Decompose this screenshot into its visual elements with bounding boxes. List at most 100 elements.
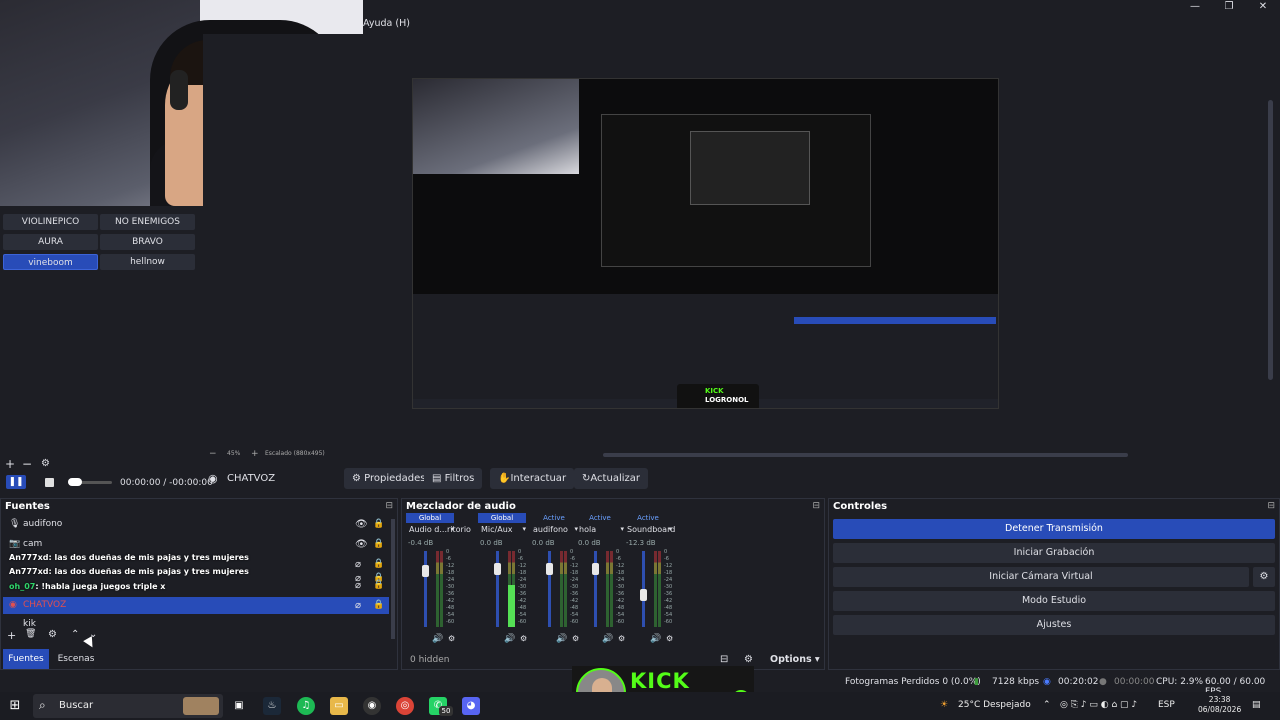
weather-text[interactable]: 25°C Despejado xyxy=(958,700,1031,710)
gear-icon[interactable]: ⚙ xyxy=(448,634,455,643)
windows-start-icon[interactable]: ⊞ xyxy=(6,697,24,715)
sources-scrollbar[interactable] xyxy=(391,519,395,639)
gear-icon[interactable]: ⚙ xyxy=(48,629,57,640)
soundboard-button-no-enemigos[interactable]: NO ENEMIGOS xyxy=(100,214,195,230)
gear-icon[interactable]: ⚙ xyxy=(1253,567,1275,587)
refresh-button[interactable]: ↻Actualizar xyxy=(574,468,648,489)
speaker-icon[interactable]: 🔊 xyxy=(602,634,613,644)
restore-button[interactable]: ❐ xyxy=(1212,0,1246,14)
hidden-count: 0 hidden xyxy=(410,655,450,665)
speaker-icon[interactable]: 🔊 xyxy=(432,634,443,644)
soundboard-button-violinepico[interactable]: VIOLINEPICO xyxy=(3,214,98,230)
eye-icon[interactable]: 👁 xyxy=(355,516,368,533)
bitrate: 7128 kbps xyxy=(992,677,1040,687)
channel-name[interactable]: audifono xyxy=(533,525,568,534)
source-row-audifono[interactable]: 🎙 audifono 👁 🔒 xyxy=(3,516,389,533)
gear-icon[interactable]: ⚙ xyxy=(41,458,50,469)
lock-icon[interactable]: 🔒 xyxy=(373,597,384,614)
chevron-down-icon[interactable]: ▾ xyxy=(668,525,672,533)
speaker-icon[interactable]: 🔊 xyxy=(650,634,661,644)
undock-icon[interactable]: ⊟ xyxy=(812,501,820,511)
soundboard-panel: VIOLINEPICO NO ENEMIGOS AURA BRAVO vineb… xyxy=(0,206,200,456)
tray-icons[interactable]: ◎ ⎘ ♪ ▭ ◐ ⌂ ▢ ♪ xyxy=(1060,700,1137,710)
undock-icon[interactable]: ⊟ xyxy=(385,501,393,511)
spotify-icon[interactable]: ♫ xyxy=(297,697,315,715)
audio-mixer-dock: Mezclador de audio ⊟ Global Audio d...rit… xyxy=(401,498,825,670)
undock-icon[interactable]: ⊟ xyxy=(1267,501,1275,511)
channel-name[interactable]: hola xyxy=(579,525,596,534)
meter-scale: 0 -6 -12 -18 -24 -30 -36 -42 -48 -54 -60 xyxy=(518,549,527,625)
eye-hidden-icon[interactable]: ⌀ xyxy=(355,577,361,594)
tray-chevron-up-icon[interactable]: ⌃ xyxy=(1043,700,1051,710)
menu-help[interactable]: Ayuda (H) xyxy=(363,18,410,29)
task-view-icon[interactable]: ▣ xyxy=(230,697,248,715)
language-indicator[interactable]: ESP xyxy=(1158,700,1175,710)
soundboard-button-hellnow[interactable]: hellnow xyxy=(100,254,195,270)
close-button[interactable]: ✕ xyxy=(1246,0,1280,14)
start-recording-button[interactable]: Iniciar Grabación xyxy=(833,543,1275,563)
stop-stream-button[interactable]: Detener Transmisión xyxy=(833,519,1275,539)
lock-icon[interactable]: 🔒 xyxy=(373,577,384,594)
folder-icon[interactable]: ▭ xyxy=(330,697,348,715)
interact-button[interactable]: ✋Interactuar xyxy=(490,468,575,489)
properties-button[interactable]: ⚙ Propiedades xyxy=(344,468,434,489)
channel-name[interactable]: Mic/Aux xyxy=(481,525,513,534)
level-meter xyxy=(606,551,609,627)
steam-icon[interactable]: ♨ xyxy=(263,697,281,715)
source-row-chatvoz[interactable]: ◉ CHATVOZ ⌀ 🔒 xyxy=(3,597,389,614)
notification-icon[interactable]: ▤ xyxy=(1252,700,1261,710)
chevron-down-icon[interactable]: ▾ xyxy=(450,525,454,533)
settings-button[interactable]: Ajustes xyxy=(833,615,1275,635)
filters-button[interactable]: ▤ Filtros xyxy=(424,468,483,489)
volume-slider-knob[interactable] xyxy=(640,589,647,601)
level-meter-fill xyxy=(508,585,515,627)
minimize-button[interactable]: — xyxy=(1178,0,1212,14)
channel-name[interactable]: Audio d...ritorio xyxy=(409,525,471,534)
speaker-icon[interactable]: 🔊 xyxy=(556,634,567,644)
source-row-cam[interactable]: 📷 cam 👁 🔒 xyxy=(3,536,389,553)
tab-fuentes[interactable]: Fuentes xyxy=(3,649,49,669)
lock-icon[interactable]: 🔒 xyxy=(373,536,384,553)
eye-icon[interactable]: 👁 xyxy=(355,536,368,553)
kick-logo: KICK xyxy=(630,669,690,693)
preview-canvas[interactable]: KICK LOGRONOL xyxy=(412,78,999,409)
remove-icon[interactable]: − xyxy=(22,457,32,471)
media-seek-knob[interactable] xyxy=(68,478,82,486)
preview-vertical-scrollbar[interactable] xyxy=(1268,100,1273,380)
volume-slider-knob[interactable] xyxy=(494,563,501,575)
soundboard-button-bravo[interactable]: BRAVO xyxy=(100,234,195,250)
eye-hidden-icon[interactable]: ⌀ xyxy=(355,597,361,614)
start-virtual-camera-button[interactable]: Iniciar Cámara Virtual xyxy=(833,567,1249,587)
chevron-up-icon[interactable]: ⌃ xyxy=(71,629,79,640)
pause-button[interactable]: ❚❚ xyxy=(6,475,26,489)
trash-icon[interactable]: 🗑 xyxy=(25,629,36,639)
add-icon[interactable]: + xyxy=(5,457,15,471)
volume-slider-knob[interactable] xyxy=(422,565,429,577)
source-row-kik[interactable]: kik xyxy=(3,616,389,626)
tab-escenas[interactable]: Escenas xyxy=(53,649,99,669)
mixer-channel: Active Soundboard ▾ -12.3 dB 0 -6 -12 -18 -24 -30… xyxy=(624,513,675,648)
gear-icon[interactable]: ⚙ xyxy=(520,634,527,643)
mixer-channel: Active audifono ▾ 0.0 dB 0 -6 -12 -18 -24 -30 -36-… xyxy=(530,513,579,648)
add-source-icon[interactable]: + xyxy=(7,629,16,642)
taskbar-clock[interactable]: 23:38 06/08/2026 xyxy=(1198,695,1241,715)
volume-slider-track[interactable] xyxy=(424,551,427,627)
volume-slider-knob[interactable] xyxy=(546,563,553,575)
layout-icon[interactable]: ⊟ xyxy=(720,654,728,665)
speaker-icon[interactable]: 🔊 xyxy=(504,634,515,644)
gear-icon[interactable]: ⚙ xyxy=(666,634,673,643)
chat-message: An777xd: las dos dueñas de mis pajas y t… xyxy=(9,567,249,576)
volume-slider-knob[interactable] xyxy=(592,563,599,575)
lock-icon[interactable]: 🔒 xyxy=(373,516,384,533)
discord-icon[interactable]: ◕ xyxy=(462,697,480,715)
taskbar-search[interactable]: ⌕ Buscar xyxy=(33,694,223,718)
soundboard-button-vineboom[interactable]: vineboom xyxy=(3,254,98,270)
chrome-icon[interactable]: ◎ xyxy=(396,697,414,715)
options-dropdown[interactable]: Options ▾ xyxy=(770,654,820,665)
chevron-down-icon[interactable]: ▾ xyxy=(522,525,526,533)
soundboard-button-aura[interactable]: AURA xyxy=(3,234,98,250)
obs-icon[interactable]: ◉ xyxy=(363,697,381,715)
gear-icon[interactable]: ⚙ xyxy=(744,654,753,665)
stop-button[interactable] xyxy=(45,478,54,487)
studio-mode-button[interactable]: Modo Estudio xyxy=(833,591,1275,611)
